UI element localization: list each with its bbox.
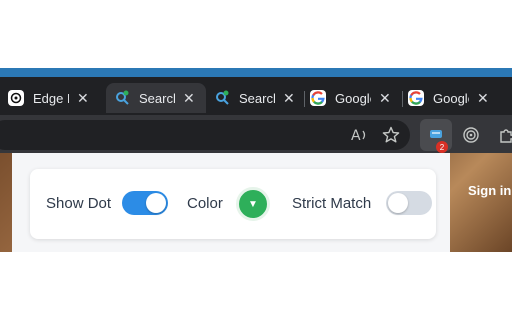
- browser-window: Edge E ✕ Search ✕ Search ✕ Google ✕: [0, 0, 512, 320]
- tab-title: Google: [433, 90, 469, 106]
- tab-separator: [304, 91, 305, 107]
- extension-popup: Show Dot Color ▼ Strict Match: [12, 153, 450, 252]
- tab-title: Search: [139, 90, 175, 106]
- google-icon: [310, 90, 326, 106]
- color-picker-button[interactable]: ▼: [236, 187, 270, 221]
- extension-badge: 2: [436, 141, 448, 153]
- tab-title: Edge E: [33, 90, 69, 106]
- strict-match-toggle[interactable]: [386, 191, 432, 215]
- show-dot-toggle[interactable]: [122, 191, 168, 215]
- tab-title: Google: [335, 90, 371, 106]
- close-icon[interactable]: ✕: [283, 91, 295, 105]
- tab-google-2[interactable]: Google ✕: [408, 83, 489, 113]
- toggle-knob: [388, 193, 408, 213]
- toggle-knob: [146, 193, 166, 213]
- read-aloud-icon[interactable]: A: [350, 125, 370, 145]
- svg-text:A: A: [351, 128, 361, 143]
- star-icon[interactable]: [381, 125, 401, 145]
- copilot-icon[interactable]: [461, 125, 481, 145]
- tab-title: Search: [239, 90, 275, 106]
- tab-search-active[interactable]: Search ✕: [106, 83, 206, 113]
- tab-edge[interactable]: Edge E ✕: [8, 83, 89, 113]
- chevron-down-icon: ▼: [248, 198, 258, 210]
- search-extension-icon: [214, 90, 230, 106]
- puzzle-icon[interactable]: [496, 125, 512, 145]
- tab-bar: Edge E ✕ Search ✕ Search ✕ Google ✕: [0, 77, 512, 115]
- strict-match-label: Strict Match: [292, 195, 372, 212]
- tab-search[interactable]: Search ✕: [214, 83, 295, 113]
- sign-in-link[interactable]: Sign in: [468, 183, 511, 198]
- tab-separator: [402, 91, 403, 107]
- close-icon[interactable]: ✕: [477, 91, 489, 105]
- address-toolbar: A 2: [0, 115, 512, 153]
- chatgpt-icon: [8, 90, 24, 106]
- close-icon[interactable]: ✕: [183, 91, 195, 105]
- color-label: Color: [187, 195, 223, 212]
- tab-google[interactable]: Google ✕: [310, 83, 391, 113]
- close-icon[interactable]: ✕: [77, 91, 89, 105]
- window-top-strip: [0, 68, 512, 77]
- show-dot-label: Show Dot: [46, 195, 112, 212]
- google-icon: [408, 90, 424, 106]
- close-icon[interactable]: ✕: [379, 91, 391, 105]
- settings-card: Show Dot Color ▼ Strict Match: [30, 169, 436, 239]
- address-bar[interactable]: [0, 120, 410, 150]
- search-extension-icon: [114, 90, 130, 106]
